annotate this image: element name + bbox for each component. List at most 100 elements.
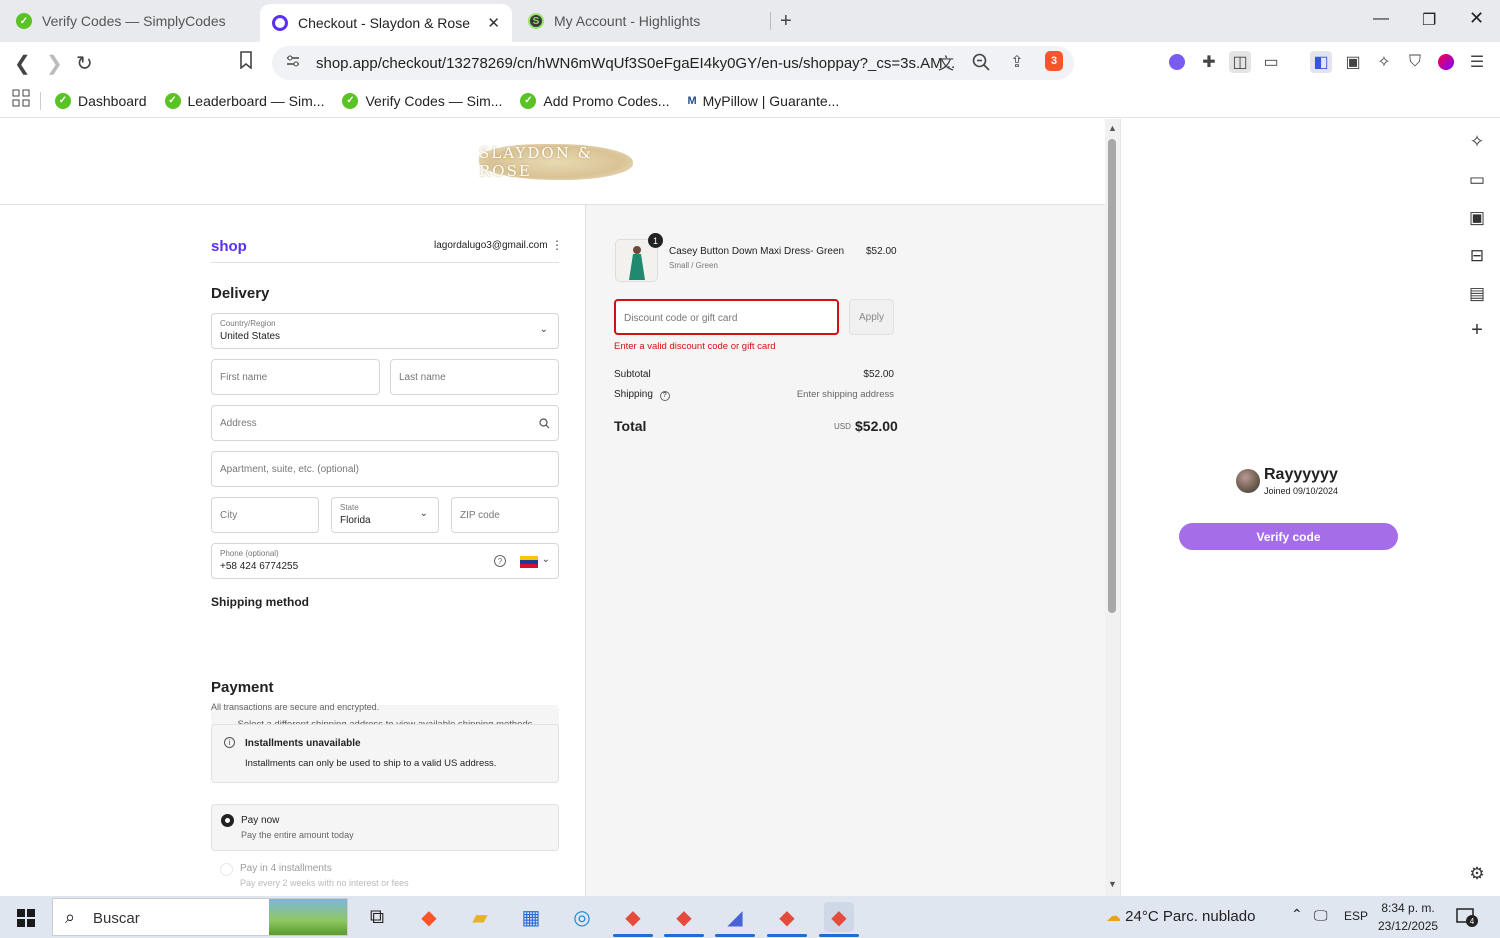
brave-profile-1-icon[interactable]: ◆ bbox=[618, 902, 648, 932]
help-icon[interactable]: ? bbox=[659, 390, 670, 401]
pay-in-4-option[interactable]: Pay in 4 installments Pay every 2 weeks … bbox=[211, 855, 559, 896]
app-icon[interactable]: ◢ bbox=[720, 902, 750, 932]
menu-icon[interactable]: ☰ bbox=[1466, 51, 1488, 73]
running-indicator bbox=[613, 934, 653, 937]
running-indicator bbox=[715, 934, 755, 937]
minimize-icon[interactable]: — bbox=[1373, 10, 1389, 28]
rewards-icon[interactable] bbox=[1435, 51, 1457, 73]
edge-icon[interactable]: ◎ bbox=[567, 902, 597, 932]
apps-grid-icon[interactable] bbox=[12, 89, 30, 112]
extensions-icon[interactable]: ✚ bbox=[1198, 51, 1220, 73]
help-icon[interactable]: ? bbox=[494, 555, 506, 567]
browser-toolbar: ❮ ❯ ↻ shop.app/checkout/13278269/cn/hWN6… bbox=[0, 42, 1500, 84]
weather-widget[interactable]: ☁ 24°C Parc. nublado bbox=[1106, 907, 1255, 925]
windows-taskbar: ⌕ Buscar ⧉ ◆ ▰ ▦ ◎ ◆ ◆ ◢ ◆ ◆ ☁ 24°C Parc… bbox=[0, 896, 1500, 938]
simplycodes-favicon-icon: ✓ bbox=[342, 92, 359, 109]
currency-code: USD bbox=[834, 422, 851, 431]
account-email: lagordalugo3@gmail.com bbox=[434, 240, 548, 251]
zoom-out-icon[interactable] bbox=[970, 51, 992, 73]
wallet-icon[interactable]: ▣ bbox=[1466, 207, 1488, 229]
windows-start-icon[interactable] bbox=[17, 909, 35, 927]
address-field[interactable]: Address bbox=[211, 405, 559, 441]
phone-field[interactable]: Phone (optional) +58 424 6774255 ? ⌄ bbox=[211, 543, 559, 579]
zip-field[interactable]: ZIP code bbox=[451, 497, 559, 533]
discount-code-input[interactable]: Discount code or gift card bbox=[614, 299, 839, 335]
pay-in-4-radio[interactable] bbox=[220, 863, 233, 876]
brave-shields-icon[interactable]: 3 bbox=[1045, 51, 1063, 71]
bookmark-mypillow[interactable]: M MyPillow | Guarante... bbox=[687, 93, 839, 109]
bookmark-verify-codes[interactable]: ✓ Verify Codes — Sim... bbox=[342, 92, 502, 109]
forward-icon[interactable]: ❯ bbox=[46, 51, 63, 76]
order-summary: 1 Casey Button Down Maxi Dress- Green Sm… bbox=[586, 205, 1105, 896]
sparkle-icon[interactable]: ✧ bbox=[1373, 51, 1395, 73]
store-icon[interactable]: ▦ bbox=[516, 902, 546, 932]
clock[interactable]: 8:34 p. m. 23/12/2025 bbox=[1378, 899, 1438, 935]
brave-profile-4-icon[interactable]: ◆ bbox=[824, 902, 854, 932]
apply-button[interactable]: Apply bbox=[849, 299, 894, 335]
avatar bbox=[1236, 469, 1260, 493]
first-name-field[interactable]: First name bbox=[211, 359, 380, 395]
chevron-up-icon[interactable]: ⌃ bbox=[1291, 906, 1303, 923]
page-scrollbar[interactable]: ▲ ▼ bbox=[1105, 119, 1120, 896]
bookmark-add-promo-codes[interactable]: ✓ Add Promo Codes... bbox=[520, 92, 669, 109]
bookmarks-icon[interactable]: ⊟ bbox=[1466, 245, 1488, 267]
bookmarks-bar: ✓ Dashboard ✓ Leaderboard — Sim... ✓ Verify… bbox=[0, 84, 1500, 118]
media-icon[interactable]: ▭ bbox=[1466, 169, 1488, 191]
restore-icon[interactable]: ❐ bbox=[1422, 10, 1436, 30]
brave-profile-2-icon[interactable]: ◆ bbox=[669, 902, 699, 932]
brave-profile-3-icon[interactable]: ◆ bbox=[772, 902, 802, 932]
translate-icon[interactable]: 文 bbox=[935, 51, 957, 73]
country-select[interactable]: Country/Region United States ⌄ bbox=[211, 313, 559, 349]
more-options-icon[interactable]: ⋮ bbox=[551, 238, 563, 252]
scroll-up-icon[interactable]: ▲ bbox=[1108, 123, 1117, 133]
running-indicator bbox=[819, 934, 859, 937]
tab-my-account[interactable]: S My Account - Highlights bbox=[528, 0, 768, 42]
notifications-icon[interactable]: 4 bbox=[1456, 907, 1478, 927]
city-field[interactable]: City bbox=[211, 497, 319, 533]
reader-icon[interactable]: ▭ bbox=[1260, 51, 1282, 73]
site-settings-icon[interactable] bbox=[286, 54, 300, 73]
plus-icon[interactable]: + bbox=[780, 10, 792, 33]
store-logo[interactable]: SLAYDON & ROSE bbox=[479, 144, 633, 180]
pay-now-radio[interactable] bbox=[221, 814, 234, 827]
simplycodes-favicon-icon: ✓ bbox=[520, 92, 537, 109]
bookmark-dashboard[interactable]: ✓ Dashboard bbox=[55, 92, 147, 109]
close-tab-icon[interactable]: ✕ bbox=[487, 14, 500, 32]
scroll-down-icon[interactable]: ▼ bbox=[1108, 879, 1117, 889]
pay-now-option[interactable]: Pay now Pay the entire amount today bbox=[211, 804, 559, 851]
file-explorer-icon[interactable]: ▰ bbox=[465, 902, 495, 932]
leo-star-icon[interactable]: ✧ bbox=[1466, 131, 1488, 153]
share-icon[interactable]: ⇪ bbox=[1006, 51, 1028, 73]
product-price: $52.00 bbox=[866, 246, 897, 257]
brave-taskbar-icon[interactable]: ◆ bbox=[414, 902, 444, 932]
scroll-thumb[interactable] bbox=[1108, 139, 1116, 613]
verify-code-button[interactable]: Verify code bbox=[1179, 523, 1398, 550]
reading-list-icon[interactable]: ▤ bbox=[1466, 283, 1488, 305]
sidebar-toggle-icon[interactable]: ◧ bbox=[1310, 51, 1332, 73]
wallet-icon[interactable]: ▣ bbox=[1342, 51, 1364, 73]
tab-checkout[interactable]: Checkout - Slaydon & Rose ✕ bbox=[260, 4, 512, 42]
bookmark-leaderboard[interactable]: ✓ Leaderboard — Sim... bbox=[164, 92, 324, 109]
close-window-icon[interactable]: ✕ bbox=[1469, 8, 1484, 29]
apartment-field[interactable]: Apartment, suite, etc. (optional) bbox=[211, 451, 559, 487]
gear-icon[interactable]: ⚙ bbox=[1466, 863, 1488, 885]
vpn-shield-icon[interactable]: ⛉ bbox=[1404, 51, 1426, 73]
last-name-field[interactable]: Last name bbox=[390, 359, 559, 395]
chevron-down-icon: ⌄ bbox=[539, 324, 548, 335]
checkout-form: shop lagordalugo3@gmail.com ⋮ Delivery C… bbox=[0, 205, 586, 896]
leo-ai-icon[interactable] bbox=[1166, 51, 1188, 73]
installments-notice: i Installments unavailable Installments … bbox=[211, 724, 559, 783]
venezuela-flag-icon[interactable] bbox=[520, 556, 538, 568]
add-panel-icon[interactable]: + bbox=[1466, 319, 1488, 341]
task-view-icon[interactable]: ⧉ bbox=[362, 902, 392, 932]
tab-verify-codes[interactable]: ✓ Verify Codes — SimplyCodes bbox=[16, 0, 256, 42]
state-select[interactable]: State Florida ⌄ bbox=[331, 497, 439, 533]
back-icon[interactable]: ❮ bbox=[14, 51, 31, 76]
reload-icon[interactable]: ↻ bbox=[76, 51, 93, 76]
split-view-icon[interactable]: ◫ bbox=[1229, 51, 1251, 73]
search-icon bbox=[539, 416, 550, 434]
taskbar-search[interactable]: ⌕ Buscar bbox=[52, 898, 348, 936]
network-icon[interactable]: 🖵 bbox=[1314, 907, 1328, 924]
language-indicator[interactable]: ESP bbox=[1344, 909, 1368, 923]
bookmark-icon[interactable] bbox=[238, 51, 254, 75]
